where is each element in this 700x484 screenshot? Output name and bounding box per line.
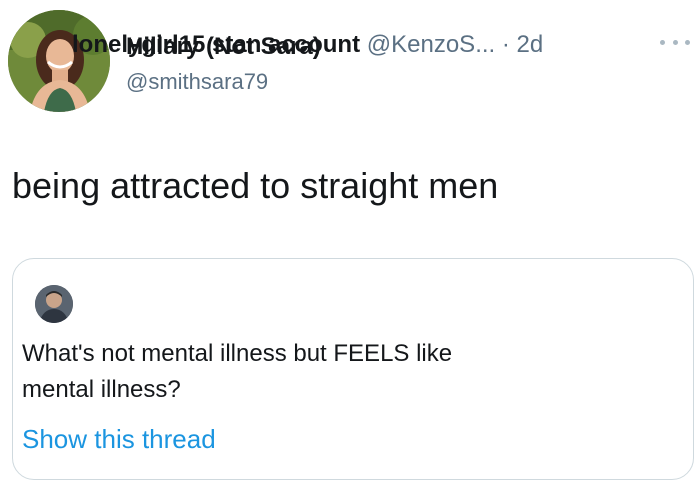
quoted-display-name[interactable]: lonelygirl15 stan account	[72, 31, 360, 58]
quoted-text-line: What's not mental illness but FEELS like	[22, 340, 453, 367]
quoted-text: What's not mental illness but FEELS like…	[22, 336, 642, 408]
more-options-icon[interactable]	[660, 34, 690, 50]
user-handle[interactable]: @smithsara79	[126, 68, 268, 96]
more-dot	[672, 39, 678, 45]
show-thread-link[interactable]: Show this thread	[22, 422, 216, 456]
quoted-separator: ·	[501, 31, 510, 58]
profile-photo-icon	[8, 10, 110, 112]
quoted-header: lonelygirl15 stan account @KenzoS... · 2…	[72, 30, 543, 60]
more-dot	[660, 39, 665, 45]
profile-avatar[interactable]	[8, 10, 110, 112]
quoted-avatar[interactable]	[35, 285, 73, 323]
tweet-text: being attracted to straight men	[12, 165, 499, 206]
quoted-profile-photo-icon	[35, 285, 73, 323]
tweet-card: Hillary (Not Sara) @smithsara79 being at…	[0, 0, 700, 484]
quoted-timestamp[interactable]: 2d	[517, 31, 544, 58]
quoted-handle[interactable]: @KenzoS...	[367, 31, 495, 58]
quoted-text-line: mental illness?	[22, 376, 181, 403]
more-dot	[685, 39, 690, 45]
